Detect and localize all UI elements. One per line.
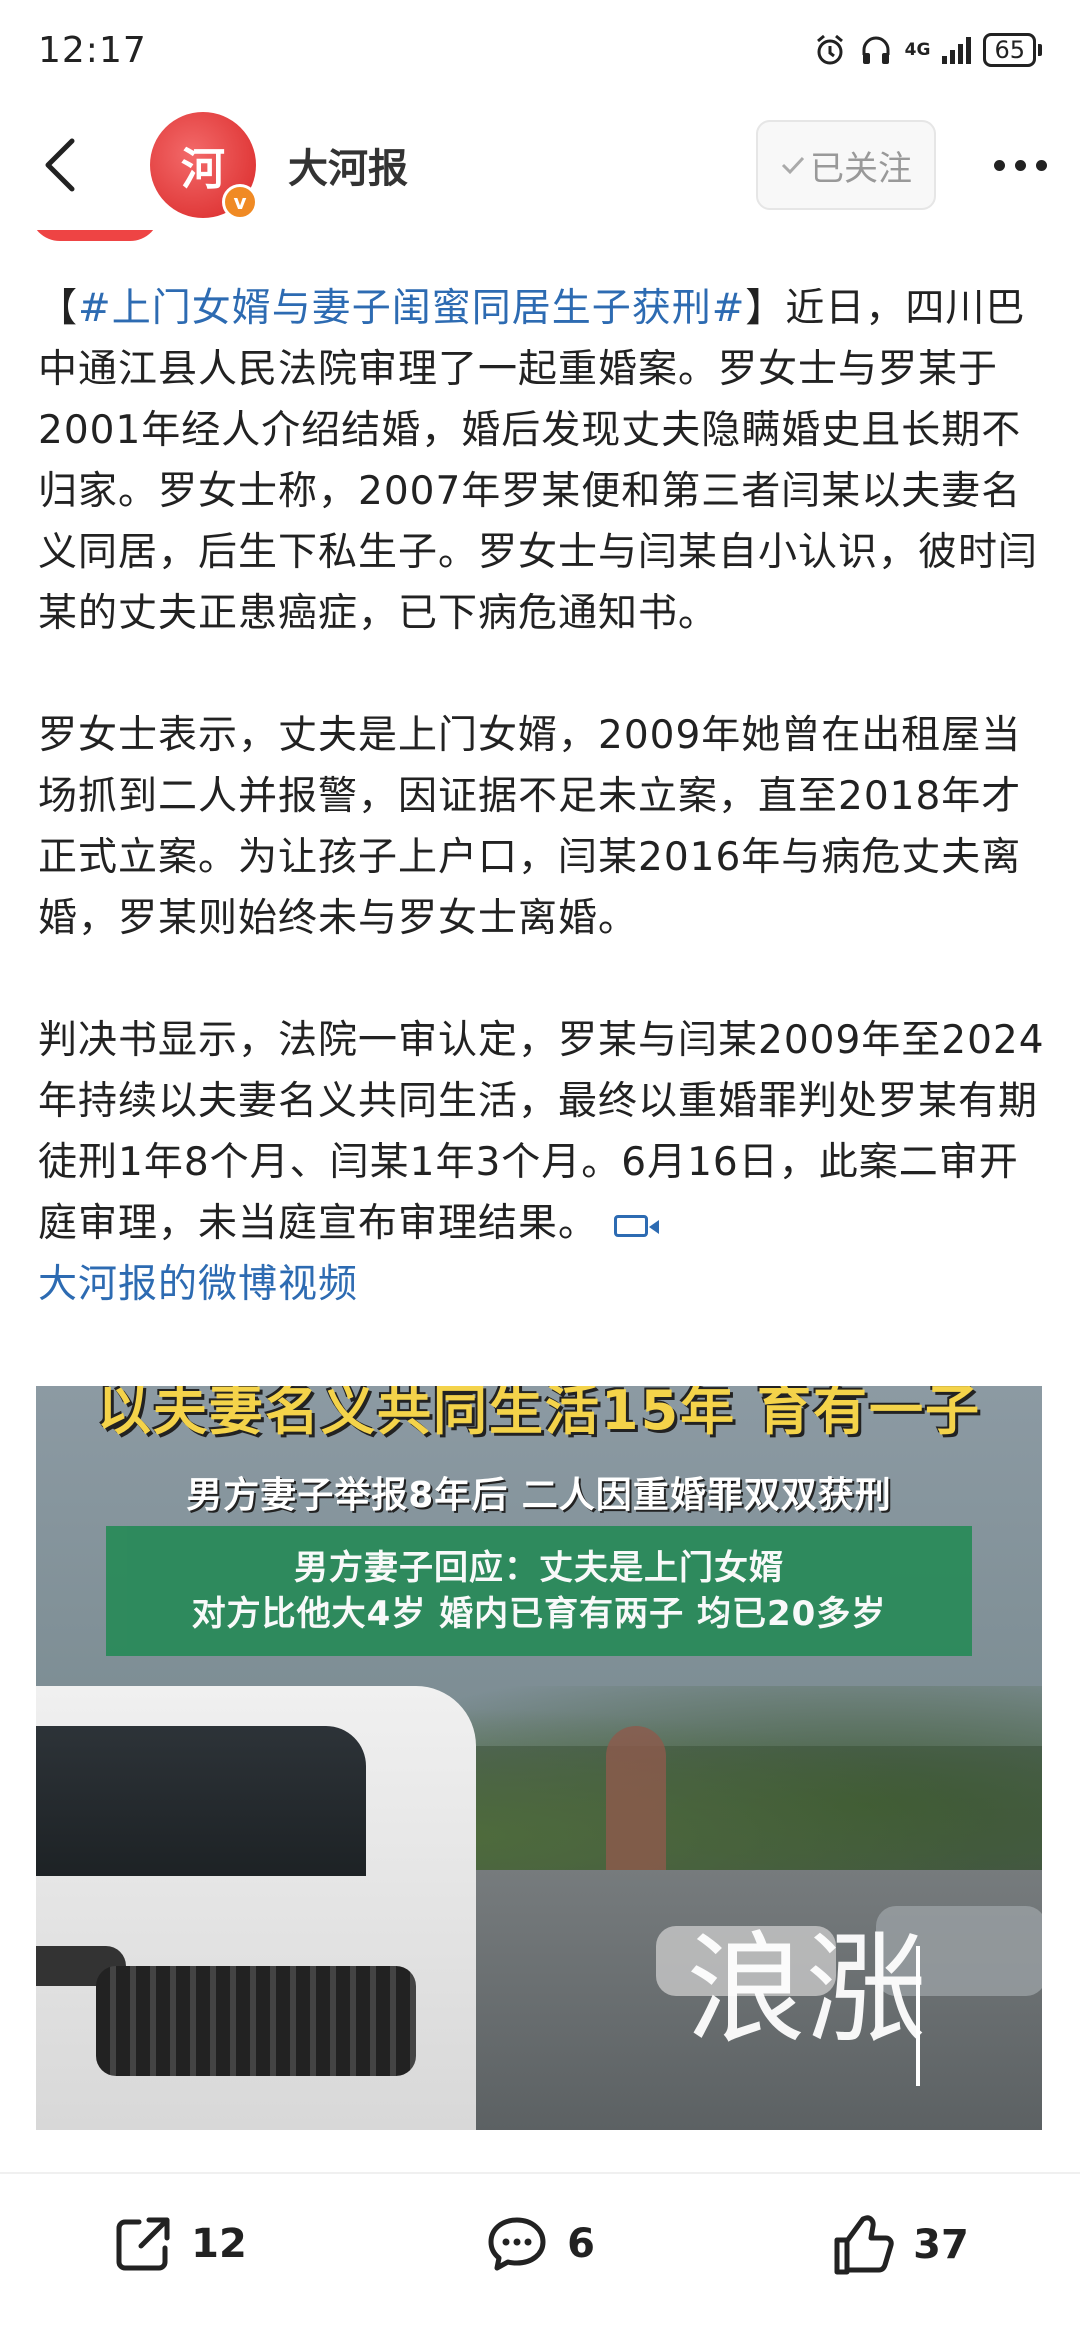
more-dot-icon: [1035, 159, 1047, 171]
video-suv: [36, 1686, 476, 2130]
battery-level: 65: [983, 33, 1036, 67]
headphones-icon: [862, 36, 890, 64]
video-icon: [614, 1214, 660, 1237]
signal-icon: [942, 36, 972, 64]
video-box-line-2: 对方比他大4岁 婚内已育有两子 均已20多岁: [191, 1594, 887, 1634]
comment-icon: [488, 2217, 546, 2271]
bottom-action-bar: 12 6 37: [0, 2172, 1080, 2340]
thumbs-up-icon: [834, 2215, 894, 2275]
comment-count: 6: [567, 2221, 595, 2267]
status-bar: 12:17 4G 65: [0, 0, 1080, 100]
network-label: 4G: [904, 40, 931, 60]
more-dot-icon: [1014, 159, 1026, 171]
more-button[interactable]: [960, 159, 1080, 171]
battery-icon: 65: [983, 33, 1042, 67]
follow-button[interactable]: 已关注: [756, 120, 936, 210]
post-paragraph-1: 【#上门女婿与妻子闺蜜同居生子获刑#】近日，四川巴中通江县人民法院审理了一起重婚…: [38, 286, 1039, 636]
video-link[interactable]: 大河报的微博视频: [38, 1254, 1048, 1315]
topic-link[interactable]: #上门女婿与妻子闺蜜同居生子获刑#: [78, 286, 745, 331]
paragraph-3-text: 判决书显示，法院一审认定，罗某与闫某2009年至2024年持续以夫妻名义共同生活…: [38, 1018, 1045, 1246]
share-button[interactable]: 12: [0, 2214, 360, 2274]
video-caption-box: 男方妻子回应：丈夫是上门女婿 对方比他大4岁 婚内已育有两子 均已20多岁: [106, 1526, 972, 1656]
back-button[interactable]: [0, 100, 120, 230]
video-player[interactable]: 以夫妻名义共同生活15年 育有一子 男方妻子举报8年后 二人因重婚罪双双获刑 男…: [36, 1386, 1042, 2130]
like-count: 37: [913, 2222, 969, 2268]
post-content: 【#上门女婿与妻子闺蜜同居生子获刑#】近日，四川巴中通江县人民法院审理了一起重婚…: [38, 278, 1048, 1315]
follow-label: 已关注: [810, 148, 912, 189]
account-name[interactable]: 大河报: [288, 136, 756, 194]
avatar[interactable]: 河 v: [150, 112, 258, 220]
avatar-logo: 河: [181, 144, 225, 195]
header: 河 v 大河报 已关注: [0, 100, 1080, 230]
post-paragraph-3: 判决书显示，法院一审认定，罗某与闫某2009年至2024年持续以夫妻名义共同生活…: [38, 1010, 1048, 1254]
status-time: 12:17: [38, 29, 147, 71]
video-box-line-1: 男方妻子回应：丈夫是上门女婿: [294, 1548, 784, 1588]
verified-badge: v: [222, 184, 258, 220]
video-caption-1: 以夫妻名义共同生活15年 育有一子: [97, 1386, 981, 1442]
video-watermark: 浪涨: [686, 1921, 926, 2060]
share-count: 12: [191, 2221, 247, 2267]
more-dot-icon: [993, 159, 1005, 171]
video-caption-2: 男方妻子举报8年后 二人因重婚罪双双获刑: [186, 1475, 892, 1516]
alarm-icon: [816, 34, 843, 65]
check-icon: [781, 156, 805, 175]
share-icon: [116, 2217, 170, 2271]
status-icons: 4G 65: [813, 33, 1042, 67]
paragraph-1-text: 近日，四川巴中通江县人民法院审理了一起重婚案。罗女士与罗某于2001年经人介绍结…: [38, 286, 1039, 636]
like-button[interactable]: 37: [720, 2214, 1080, 2276]
back-arrow-icon: [45, 138, 75, 192]
post-paragraph-2: 罗女士表示，丈夫是上门女婿，2009年她曾在出租屋当场抓到二人并报警，因证据不足…: [38, 713, 1022, 941]
comment-button[interactable]: 6: [360, 2214, 720, 2274]
